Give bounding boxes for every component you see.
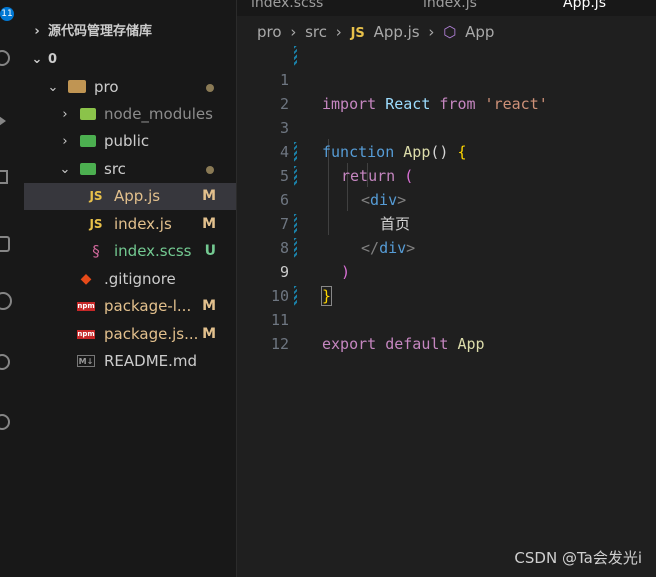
tab-index-js[interactable]: index.js [423,0,477,16]
account-icon[interactable] [0,354,10,370]
js-file-icon: JS [89,217,103,231]
node-folder-icon [80,108,96,120]
code-line[interactable]: 6 首页 [237,164,656,233]
code-line[interactable]: 5 <div> [237,140,656,209]
markdown-file-icon: M↓ [77,355,95,367]
chevron-right-icon: › [335,23,342,41]
code-line[interactable]: 11 export default App [237,284,656,353]
accounts-icon[interactable] [0,414,10,430]
breadcrumb-pro[interactable]: pro [257,23,282,41]
breadcrumb-app-js[interactable]: App.js [374,23,420,41]
code-line[interactable]: 2 [237,68,656,113]
status-badge: M [202,326,216,342]
search-icon[interactable] [0,50,10,66]
code-line[interactable]: 4 return ( [237,116,656,185]
breadcrumb-symbol-app[interactable]: App [465,23,494,41]
folder-open-icon [68,80,86,93]
activity-bar: 11 [0,0,24,577]
sass-file-icon: § [92,242,100,260]
watermark: CSDN @Ta会发光i [514,549,642,567]
tree-item-package-json[interactable]: npm package.js... M [24,321,236,348]
tree-item-index-scss[interactable]: § index.scss U [24,238,236,265]
section-root[interactable]: ⌄ 0 [24,46,236,73]
status-badge: M [202,188,216,204]
code-line[interactable]: 8 ) [237,212,656,281]
diff-modified-marker [294,166,297,186]
public-folder-icon [80,135,96,147]
npm-file-icon: npm [77,302,95,311]
code-line[interactable]: 7 </div> [237,188,656,257]
chevron-right-icon: › [428,23,435,41]
tab-app-js[interactable]: App.js [563,0,606,16]
run-debug-icon[interactable] [0,114,6,128]
tree-item-readme[interactable]: M↓ README.md [24,348,236,375]
code-line[interactable]: 12 [237,308,656,353]
chevron-down-icon: ⌄ [31,52,43,67]
chevron-right-icon: › [62,134,68,149]
breadcrumb-src[interactable]: src [305,23,327,41]
npm-file-icon: npm [77,330,95,339]
code-line[interactable]: 3 function App() { [237,92,656,161]
status-badge: M [202,298,216,314]
diff-modified-marker [294,46,297,66]
tab-index-scss[interactable]: index.scss [251,0,323,16]
tree-item-package-lock[interactable]: npm package-l... M [24,293,236,320]
diff-modified-marker [294,286,297,306]
code-line[interactable]: 1 import React from 'react' [237,44,656,113]
section-source-control-repos[interactable]: › 源代码管理存储库 [24,18,236,45]
extensions-icon[interactable] [0,170,8,184]
code-line[interactable]: 10 [237,260,656,305]
modified-dot [206,84,214,92]
symbol-method-icon: ⬡ [443,23,457,41]
chevron-right-icon: › [62,107,68,122]
diff-modified-marker [294,214,297,234]
explorer-sidebar: › 源代码管理存储库 ⌄ 0 ⌄ pro › node_modules › pu… [24,0,237,577]
diff-modified-marker [294,238,297,258]
remote-icon[interactable] [0,236,10,252]
breadcrumb: pro › src › JS App.js › ⬡ App [257,20,498,44]
status-badge: M [202,216,216,232]
status-badge: U [204,243,216,259]
chevron-right-icon: › [34,24,40,39]
tree-item-src[interactable]: ⌄ src [24,156,236,183]
code-line-current[interactable]: 9 } [237,236,656,306]
git-file-icon: ◆ [80,271,92,287]
editor-area: index.scss index.js App.js pro › src › J… [237,0,656,577]
github-icon[interactable] [0,292,12,310]
tab-bar: index.scss index.js App.js [237,0,656,16]
tree-item-public[interactable]: › public [24,128,236,155]
src-folder-icon [80,163,96,175]
js-file-icon: JS [89,189,103,203]
modified-dot [206,166,214,174]
chevron-down-icon: ⌄ [47,80,59,95]
tree-item-pro[interactable]: ⌄ pro [24,74,236,101]
tree-item-app-js[interactable]: JS App.js M [24,183,236,210]
scrolled-section-header [24,0,236,15]
tree-item-gitignore[interactable]: ◆ .gitignore [24,266,236,293]
chevron-down-icon: ⌄ [59,162,71,177]
notification-badge: 11 [0,7,14,21]
tree-item-index-js[interactable]: JS index.js M [24,211,236,238]
tree-item-node-modules[interactable]: › node_modules [24,101,236,128]
chevron-right-icon: › [290,23,297,41]
js-file-icon: JS [350,26,365,41]
diff-modified-marker [294,142,297,162]
